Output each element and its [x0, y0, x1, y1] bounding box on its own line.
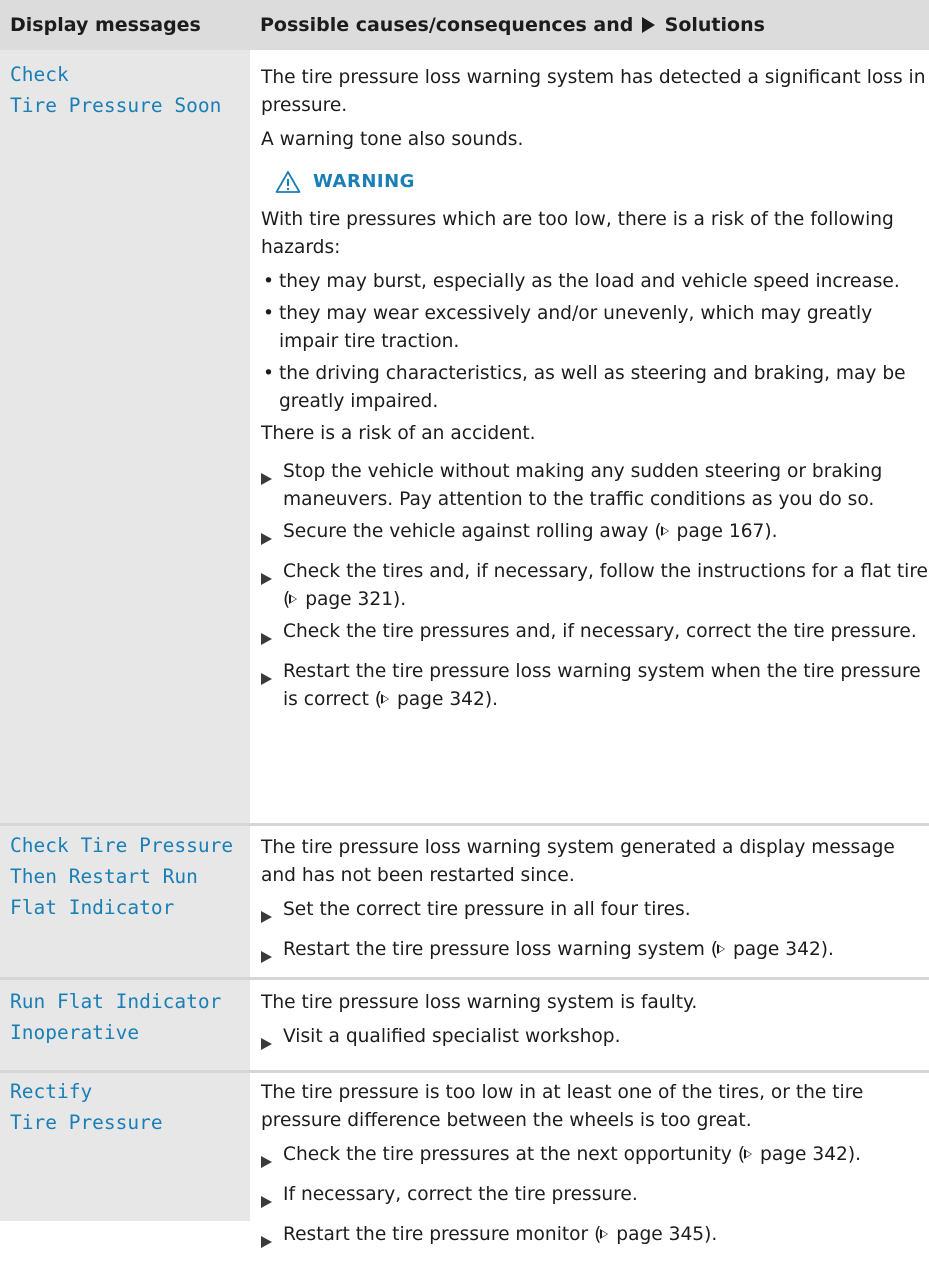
header-solutions-text: Solutions [664, 14, 765, 36]
solution-step: Stop the vehicle without making any sudd… [261, 458, 929, 514]
table-row: Check Tire Pressure Then Restart Run Flat … [0, 826, 929, 977]
header-display-messages: Display messages [10, 14, 201, 36]
page-reference-link[interactable]: page 345 [616, 1224, 704, 1245]
page-reference-link[interactable]: page 342 [733, 939, 821, 960]
cause-text: The tire pressure loss warning system ge… [261, 837, 895, 886]
step-arrow-icon [261, 1156, 272, 1168]
cause-text: A warning tone also sounds. [261, 129, 524, 150]
page-reference-link[interactable]: page 321 [305, 589, 393, 610]
step-arrow-icon [261, 1196, 272, 1208]
page-reference-icon [381, 693, 391, 705]
solution-step: Restart the tire pressure monitor ( page… [261, 1221, 929, 1257]
warning-label: WARNING [313, 171, 415, 192]
cause-text: The tire pressure is too low in at least… [261, 1082, 864, 1131]
step-text: Stop the vehicle without making any sudd… [283, 461, 883, 510]
display-message-line: Check [10, 63, 69, 86]
table-row: Run Flat Indicator Inoperative The tire p… [0, 980, 929, 1070]
display-message: Run Flat Indicator Inoperative [10, 986, 221, 1048]
list-item: • they may burst, especially as the load … [261, 268, 929, 296]
display-message-line: Then Restart Run [10, 865, 198, 888]
display-message-line: Tire Pressure Soon [10, 94, 222, 117]
step-arrow-icon [261, 1236, 272, 1248]
solution-cell: The tire pressure loss warning system ge… [261, 834, 929, 976]
solution-cell: The tire pressure is too low in at least… [261, 1079, 929, 1261]
step-arrow-icon [261, 633, 272, 645]
step-text: Check the tire pressures at the next opp… [283, 1144, 746, 1165]
warning-heading: WARNING [261, 168, 929, 196]
page-reference-icon [660, 525, 671, 537]
display-message-line: Rectify [10, 1080, 93, 1103]
solution-cell: The tire pressure loss warning system ha… [261, 64, 929, 718]
solution-step: Restart the tire pressure loss warning s… [261, 658, 929, 714]
step-text: Check the tire pressures and, if necessa… [283, 621, 917, 642]
display-message-line: Run Flat Indicator [10, 990, 222, 1013]
step-arrow-icon [261, 1038, 272, 1050]
bullet-text: the driving characteristics, as well as … [279, 363, 906, 412]
display-message: Rectify Tire Pressure [10, 1076, 163, 1138]
bullet-text: they may burst, especially as the load a… [279, 271, 900, 292]
page-reference-icon [600, 1228, 610, 1240]
display-message: Check Tire Pressure Soon [10, 59, 221, 121]
display-message-line: Check Tire Pressure [10, 834, 234, 857]
page-reference-link[interactable]: page 342 [397, 689, 485, 710]
solution-step: Set the correct tire pressure in all fou… [261, 896, 929, 932]
solution-step: Secure the vehicle against rolling away … [261, 518, 929, 554]
page-reference-icon [744, 1148, 754, 1160]
step-text: Restart the tire pressure loss warning s… [283, 661, 921, 710]
manual-page: Display messages Possible causes/consequ… [0, 0, 929, 1248]
step-text: If necessary, correct the tire pressure. [283, 1184, 638, 1205]
step-arrow-icon [261, 573, 272, 585]
display-message-line: Tire Pressure [10, 1111, 163, 1134]
step-arrow-icon [261, 911, 272, 923]
step-text: Secure the vehicle against rolling away … [283, 521, 662, 542]
display-message-line: Inoperative [10, 1021, 140, 1044]
step-text: Restart the tire pressure loss warning s… [283, 939, 719, 960]
list-item: • they may wear excessively and/or uneven… [261, 300, 929, 356]
warning-triangle-icon [275, 171, 301, 193]
display-message: Check Tire Pressure Then Restart Run Flat … [10, 830, 233, 923]
solution-step: Check the tire pressures and, if necessa… [261, 618, 929, 654]
solution-arrow-icon [642, 17, 656, 33]
list-item: • the driving characteristics, as well as… [261, 360, 929, 416]
solution-step: Check the tires and, if necessary, follo… [261, 558, 929, 614]
solution-step: If necessary, correct the tire pressure. [261, 1181, 929, 1217]
page-reference-link[interactable]: page 167 [677, 521, 765, 542]
step-arrow-icon [261, 951, 272, 963]
solution-step: Check the tire pressures at the next opp… [261, 1141, 929, 1177]
table-row: Rectify Tire Pressure The tire pressure i… [0, 1073, 929, 1248]
solution-cell: The tire pressure loss warning system is… [261, 989, 929, 1063]
solution-step: Visit a qualified specialist workshop. [261, 1023, 929, 1059]
bullet-text: they may wear excessively and/or unevenl… [279, 303, 873, 352]
header-causes-text: Possible causes/consequences and [260, 14, 634, 36]
step-arrow-icon [261, 533, 272, 545]
page-reference-icon [289, 593, 299, 605]
cause-text: The tire pressure loss warning system ha… [261, 67, 926, 116]
header-causes-solutions: Possible causes/consequences and Solutio… [260, 0, 765, 50]
step-arrow-icon [261, 673, 272, 685]
step-text: Set the correct tire pressure in all fou… [283, 899, 691, 920]
solution-step: Restart the tire pressure loss warning s… [261, 936, 929, 972]
table-header: Display messages Possible causes/consequ… [0, 0, 929, 50]
step-text: Restart the tire pressure monitor ( [283, 1224, 602, 1245]
page-reference-icon [717, 943, 727, 955]
cause-text: The tire pressure loss warning system is… [261, 992, 698, 1013]
step-arrow-icon [261, 473, 272, 485]
page-reference-link[interactable]: page 342 [760, 1144, 848, 1165]
display-message-line: Flat Indicator [10, 896, 175, 919]
risk-text: There is a risk of an accident. [261, 423, 536, 444]
table-row: Check Tire Pressure Soon The tire pressur… [0, 50, 929, 825]
warning-text: With tire pressures which are too low, t… [261, 209, 894, 258]
step-text: Visit a qualified specialist workshop. [283, 1026, 621, 1047]
